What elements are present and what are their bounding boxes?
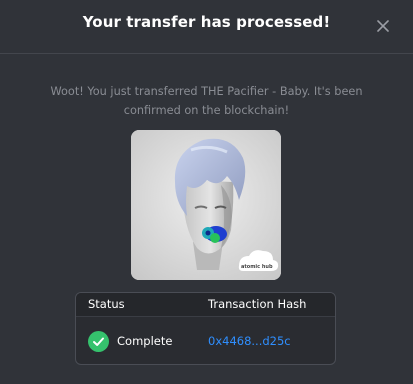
check-circle-icon <box>88 331 109 352</box>
column-header-status: Status <box>88 297 125 311</box>
svg-text:atomic hub: atomic hub <box>241 264 273 270</box>
nft-image: atomic hub <box>131 130 281 280</box>
column-header-hash: Transaction Hash <box>208 297 307 311</box>
table-header: Status Transaction Hash <box>76 293 335 317</box>
transaction-hash-link[interactable]: 0x4468...d25c <box>208 334 291 348</box>
modal-title: Your transfer has processed! <box>82 13 331 31</box>
close-icon <box>377 20 389 32</box>
transaction-table: Status Transaction Hash Complete 0x4468.… <box>75 292 336 365</box>
nft-artwork: atomic hub <box>131 130 281 280</box>
transfer-modal: Your transfer has processed! Woot! You j… <box>0 0 413 384</box>
modal-header: Your transfer has processed! <box>0 0 413 54</box>
status-value: Complete <box>117 334 173 348</box>
confirmation-message: Woot! You just transferred THE Pacifier … <box>50 85 363 117</box>
close-button[interactable] <box>373 16 393 36</box>
